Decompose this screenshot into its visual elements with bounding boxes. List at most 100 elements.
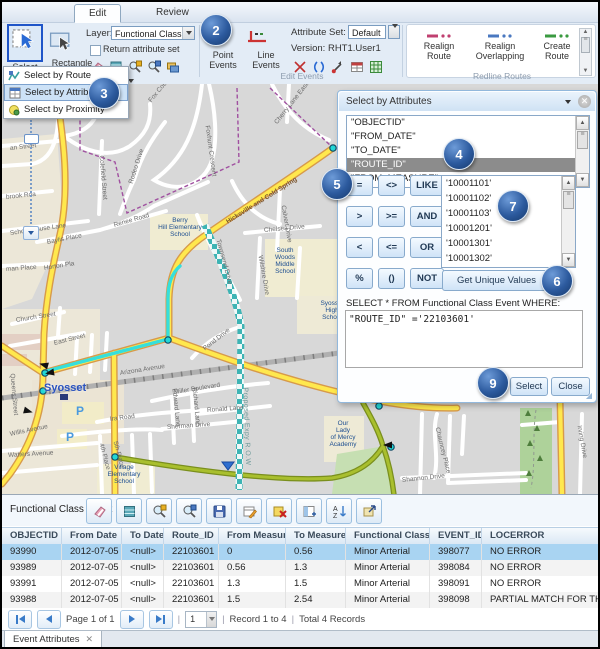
first-page-button[interactable] [8, 610, 32, 629]
create-route-button[interactable]: Create Route [535, 31, 579, 61]
field-item[interactable]: "OBJECTID" [347, 116, 589, 130]
table-row[interactable]: 93988 2012-07-05 <null> 22103601 1.5 2.5… [2, 592, 598, 608]
map-zoom-slider[interactable] [22, 118, 40, 240]
callout-3: 3 [88, 77, 120, 109]
layers-icon[interactable] [166, 60, 180, 74]
sort-button[interactable]: AZ [326, 498, 352, 524]
grid-icon[interactable] [369, 60, 383, 74]
previous-page-button[interactable] [37, 610, 61, 629]
operator-button[interactable]: AND [410, 206, 444, 227]
callout-5: 5 [321, 168, 353, 200]
tab-close-icon[interactable]: ✕ [86, 634, 94, 645]
realign-overlapping-button[interactable]: Realign Overlapping [469, 31, 531, 61]
edit-attributes-button[interactable] [236, 498, 262, 524]
realign-overlapping-label: Realign Overlapping [469, 41, 531, 61]
bottom-tabbar: Event Attributes ✕ [2, 630, 598, 649]
tab-review[interactable]: Review [142, 4, 203, 21]
operator-button[interactable]: () [378, 268, 405, 289]
column-header[interactable]: To Measure [286, 528, 346, 545]
column-header[interactable]: LOCERROR [482, 528, 598, 545]
values-scrollbar[interactable]: ▲≡▼ [561, 176, 575, 267]
column-header[interactable]: EVENT_ID [430, 528, 482, 545]
dialog-close-button[interactable]: Close [551, 377, 590, 396]
last-page-button[interactable] [149, 610, 173, 629]
line-events-button[interactable]: Line Events [246, 24, 286, 70]
save-icon [212, 504, 227, 519]
dialog-title: Select by Attributes [346, 96, 432, 107]
dialog-menu-caret-icon[interactable] [565, 100, 571, 104]
clear-selection-button[interactable] [86, 498, 112, 524]
parking-icon: P [66, 430, 74, 444]
operator-button[interactable]: NOT [410, 268, 444, 289]
column-header[interactable]: OBJECTID [2, 528, 62, 545]
attribute-set-caret-icon[interactable] [388, 25, 400, 39]
realign-route-icon [426, 31, 452, 41]
operator-button[interactable]: <> [378, 175, 405, 196]
parking-icon: P [76, 404, 84, 418]
operator-button[interactable]: OR [410, 237, 444, 258]
get-unique-values-button[interactable]: Get Unique Values [442, 270, 551, 291]
column-header[interactable]: Functional Class [346, 528, 430, 545]
save-button[interactable] [206, 498, 232, 524]
page-select-caret-icon[interactable] [206, 612, 216, 627]
operator-button[interactable]: < [346, 237, 373, 258]
operator-button[interactable]: % [346, 268, 373, 289]
where-clause-input[interactable]: "ROUTE_ID" ='22103601' [345, 310, 583, 368]
point-events-label: Point Events [206, 50, 240, 70]
attribute-set-value: Default [352, 28, 381, 38]
redline-scrollbar[interactable]: ▲≡▼ [579, 28, 592, 76]
value-item[interactable]: '10001201' [442, 221, 575, 236]
attribute-set-select[interactable]: Default [348, 25, 386, 39]
layer-select-caret-icon[interactable] [182, 27, 194, 39]
operator-button[interactable]: >= [378, 206, 405, 227]
table-row[interactable]: 93991 2012-07-05 <null> 22103601 1.3 1.5… [2, 576, 598, 592]
separator: | [222, 614, 224, 625]
page-number-select[interactable]: 1 [185, 611, 217, 628]
zoom-slider-handle[interactable] [24, 134, 39, 144]
version-label: Version: RHT1.User1 [291, 43, 381, 54]
select-by-route-icon [8, 70, 20, 82]
operator-button[interactable]: <= [378, 237, 405, 258]
realign-route-button[interactable]: Realign Route [415, 31, 463, 61]
realign-route-label: Realign Route [415, 41, 463, 61]
dialog-close-icon[interactable]: ✕ [578, 95, 591, 108]
menu-item-label: Select by Route [24, 70, 91, 81]
delete-records-button[interactable] [266, 498, 292, 524]
dialog-resize-grip[interactable]: ◢ [586, 391, 593, 400]
open-form-button[interactable] [356, 498, 382, 524]
menu-item-label: Select by Proximity [24, 104, 105, 115]
dialog-titlebar[interactable]: Select by Attributes ✕ [339, 92, 595, 111]
layer-select-value: Functional Class Event [115, 27, 185, 41]
select-by-attributes-icon [9, 87, 21, 99]
tab-event-attributes[interactable]: Event Attributes ✕ [4, 631, 102, 649]
column-header[interactable]: From Measure [219, 528, 286, 545]
show-selected-button[interactable] [116, 498, 142, 524]
layer-select[interactable]: Functional Class Event [111, 26, 195, 40]
column-header[interactable]: Route_ID [164, 528, 219, 545]
operator-button[interactable]: > [346, 206, 373, 227]
value-item[interactable]: '10001302' [442, 251, 575, 266]
value-item[interactable]: '10001301' [442, 236, 575, 251]
pan-to-selection-icon [182, 504, 197, 519]
fields-scrollbar[interactable]: ▲≡▼ [575, 116, 589, 187]
realign-overlapping-icon [487, 31, 513, 41]
dialog-select-button[interactable]: Select [510, 377, 548, 396]
ribbon-tabs: Map Edit Review [2, 2, 598, 23]
table-toolbar: Functional Class Event AZ [2, 495, 598, 526]
separator: | [178, 614, 180, 625]
switch-columns-button[interactable] [296, 498, 322, 524]
pan-to-selection-button[interactable] [176, 498, 202, 524]
zoom-to-selection-button[interactable] [146, 498, 172, 524]
create-route-icon [544, 31, 570, 41]
table-row[interactable]: 93990 2012-07-05 <null> 22103601 0 0.56 … [2, 544, 598, 560]
operator-button[interactable]: LIKE [410, 175, 444, 196]
return-attribute-set-checkbox[interactable] [90, 45, 101, 56]
column-header[interactable]: To Date [122, 528, 164, 545]
column-header[interactable]: From Date [62, 528, 122, 545]
event-attributes-panel: Functional Class Event AZ OBJECTID From … [2, 494, 598, 648]
zoom-out-button[interactable] [23, 226, 39, 240]
tab-edit[interactable]: Edit [74, 4, 121, 23]
value-item[interactable]: '10001101' [442, 176, 575, 191]
table-row[interactable]: 93989 2012-07-05 <null> 22103601 0.56 1.… [2, 560, 598, 576]
next-page-button[interactable] [120, 610, 144, 629]
